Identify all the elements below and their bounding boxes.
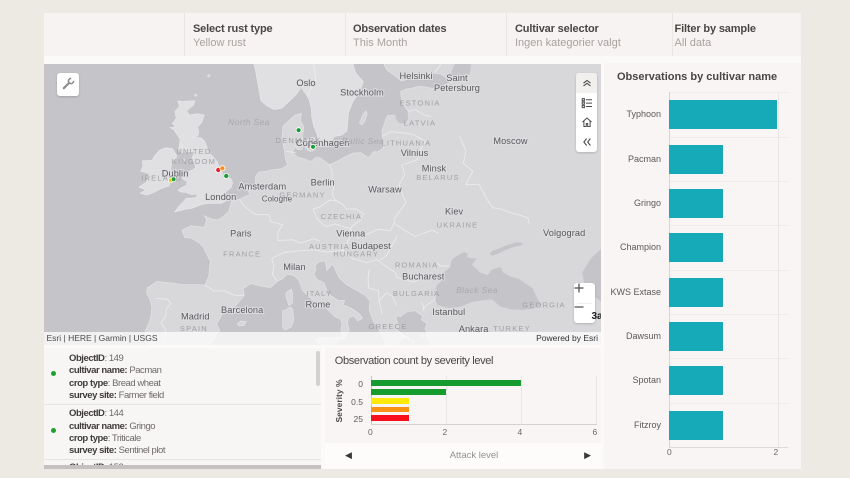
svg-text:HUNGARY: HUNGARY (333, 250, 379, 259)
svg-text:Black Sea: Black Sea (456, 285, 498, 295)
svg-text:GEORGIA: GEORGIA (522, 301, 565, 310)
svg-text:Petersburg: Petersburg (434, 83, 480, 93)
svg-text:Vienna: Vienna (336, 229, 366, 239)
svg-text:BELARUS: BELARUS (416, 173, 459, 182)
svg-text:Moscow: Moscow (493, 136, 528, 146)
svg-text:London: London (205, 192, 236, 202)
svg-text:ESTONIA: ESTONIA (399, 99, 440, 108)
svg-text:Barcelona: Barcelona (221, 305, 264, 315)
svg-text:Vilnius: Vilnius (400, 148, 428, 158)
svg-text:Warsaw: Warsaw (368, 185, 402, 195)
svg-text:DENMARK: DENMARK (275, 136, 321, 145)
svg-text:UKRAINE: UKRAINE (436, 221, 478, 230)
svg-text:North Sea: North Sea (228, 117, 270, 127)
svg-text:Milan: Milan (283, 262, 305, 272)
svg-text:LITHUANIA: LITHUANIA (381, 139, 431, 148)
svg-text:UNITED: UNITED (176, 147, 211, 156)
svg-text:Helsinki: Helsinki (399, 71, 432, 81)
svg-text:Berlin: Berlin (310, 178, 334, 188)
svg-text:Volgograd: Volgograd (543, 228, 585, 238)
svg-text:Stockholm: Stockholm (340, 88, 384, 98)
svg-text:Bucharest: Bucharest (402, 272, 445, 282)
svg-text:Rome: Rome (305, 300, 330, 310)
svg-text:Istanbul: Istanbul (432, 307, 465, 317)
svg-text:FRANCE: FRANCE (223, 250, 261, 259)
svg-text:Baltic Sea: Baltic Sea (341, 136, 383, 146)
svg-text:BULGARIA: BULGARIA (392, 289, 440, 298)
svg-text:ROMANIA: ROMANIA (394, 261, 437, 270)
svg-text:IRELAND: IRELAND (141, 174, 182, 183)
svg-text:Paris: Paris (230, 229, 252, 239)
svg-text:Saint: Saint (446, 73, 468, 83)
svg-text:Minsk: Minsk (421, 164, 446, 174)
svg-text:ITALY: ITALY (306, 289, 332, 298)
svg-text:GREECE: GREECE (368, 322, 407, 331)
svg-text:CZECHIA: CZECHIA (320, 212, 361, 221)
svg-text:Madrid: Madrid (180, 312, 209, 322)
svg-text:Oslo: Oslo (296, 78, 315, 88)
svg-text:Kiev: Kiev (444, 207, 463, 217)
svg-text:KINGDOM: KINGDOM (171, 157, 215, 166)
svg-text:GERMANY: GERMANY (279, 191, 325, 200)
svg-text:LATVIA: LATVIA (403, 119, 436, 128)
